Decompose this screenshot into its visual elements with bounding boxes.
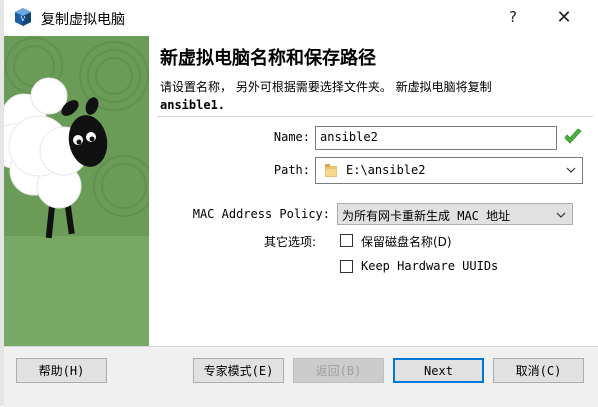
mac-policy-label: MAC Address Policy: <box>192 207 330 221</box>
expert-mode-button[interactable]: 专家模式(E) <box>193 358 284 383</box>
mac-policy-value: 为所有网卡重新生成 MAC 地址 <box>342 209 511 223</box>
chevron-down-icon[interactable] <box>566 165 576 175</box>
window-title: 复制虚拟电脑 <box>41 12 125 28</box>
folder-icon <box>325 164 337 177</box>
other-options-label: 其它选项: <box>264 235 317 249</box>
cancel-button[interactable]: 取消(C) <box>493 358 584 383</box>
name-label: Name: <box>273 130 310 144</box>
back-button[interactable]: 返回(B) <box>293 358 384 383</box>
sheep-illustration <box>4 36 149 346</box>
green-check-icon <box>564 128 582 144</box>
keep-disk-names-checkbox[interactable] <box>340 234 353 247</box>
description-line-2: ansible1. <box>160 98 226 112</box>
path-selector[interactable]: E:\ansible2 <box>315 157 583 184</box>
path-label: Path: <box>273 163 310 177</box>
title-bar[interactable]: V 复制虚拟电脑 ? ✕ <box>4 0 598 36</box>
keep-disk-names-label[interactable]: 保留磁盘名称(D) <box>361 233 452 250</box>
next-button[interactable]: Next <box>393 358 484 383</box>
divider <box>157 116 593 117</box>
svg-text:V: V <box>21 16 26 23</box>
virtualbox-icon: V <box>15 8 31 26</box>
chevron-down-icon <box>556 212 566 218</box>
page-description: 请设置名称， 另外可根据需要选择文件夹。 新虚拟电脑将复制 ansible1. <box>160 78 588 114</box>
close-icon-button[interactable]: ✕ <box>542 0 586 34</box>
description-line-1: 请设置名称， 另外可根据需要选择文件夹。 新虚拟电脑将复制 <box>160 80 492 94</box>
page-title: 新虚拟电脑名称和保存路径 <box>160 48 376 69</box>
keep-hardware-uuids-checkbox[interactable] <box>340 260 353 273</box>
mac-policy-dropdown[interactable]: 为所有网卡重新生成 MAC 地址 <box>337 203 573 225</box>
path-value: E:\ansible2 <box>346 163 426 177</box>
keep-hardware-uuids-label[interactable]: Keep Hardware UUIDs <box>361 259 498 273</box>
help-icon-button[interactable]: ? <box>491 0 535 34</box>
name-input[interactable]: ansible2 <box>315 126 557 150</box>
help-button[interactable]: 帮助(H) <box>16 358 107 383</box>
